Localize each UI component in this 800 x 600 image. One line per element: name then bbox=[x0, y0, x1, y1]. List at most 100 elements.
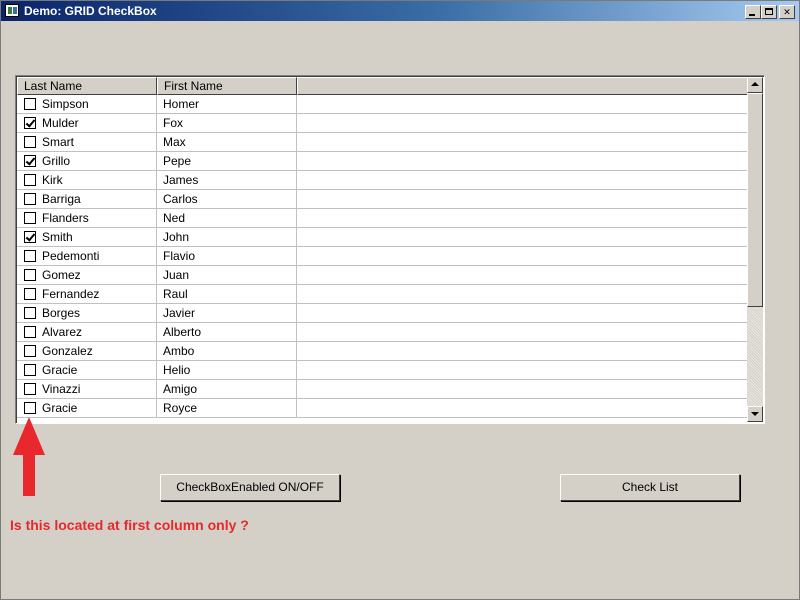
cell-empty[interactable] bbox=[297, 361, 748, 380]
row-checkbox[interactable] bbox=[24, 269, 36, 281]
cell-last-name[interactable]: Gracie bbox=[17, 399, 157, 418]
row-checkbox[interactable] bbox=[24, 193, 36, 205]
row-checkbox[interactable] bbox=[24, 250, 36, 262]
cell-empty[interactable] bbox=[297, 380, 748, 399]
table-row[interactable]: Gomez Juan bbox=[17, 266, 748, 285]
cell-last-name[interactable]: Gomez bbox=[17, 266, 157, 285]
row-checkbox[interactable] bbox=[24, 288, 36, 300]
row-checkbox[interactable] bbox=[24, 307, 36, 319]
cell-first-name[interactable]: Max bbox=[157, 133, 297, 152]
cell-first-name[interactable]: Helio bbox=[157, 361, 297, 380]
cell-first-name[interactable]: James bbox=[157, 171, 297, 190]
cell-empty[interactable] bbox=[297, 171, 748, 190]
cell-last-name[interactable]: Gracie bbox=[17, 361, 157, 380]
cell-last-name[interactable]: Borges bbox=[17, 304, 157, 323]
cell-empty[interactable] bbox=[297, 285, 748, 304]
row-checkbox[interactable] bbox=[24, 155, 36, 167]
table-row[interactable]: Borges Javier bbox=[17, 304, 748, 323]
cell-first-name[interactable]: Amigo bbox=[157, 380, 297, 399]
check-list-button[interactable]: Check List bbox=[560, 474, 740, 501]
cell-empty[interactable] bbox=[297, 323, 748, 342]
column-header-first-name[interactable]: First Name bbox=[157, 77, 297, 95]
cell-empty[interactable] bbox=[297, 209, 748, 228]
table-row[interactable]: Gracie Helio bbox=[17, 361, 748, 380]
cell-last-name[interactable]: Smart bbox=[17, 133, 157, 152]
cell-empty[interactable] bbox=[297, 133, 748, 152]
cell-first-name[interactable]: Ned bbox=[157, 209, 297, 228]
cell-first-name[interactable]: Fox bbox=[157, 114, 297, 133]
table-row[interactable]: Grillo Pepe bbox=[17, 152, 748, 171]
column-header-last-name[interactable]: Last Name bbox=[17, 77, 157, 95]
row-checkbox[interactable] bbox=[24, 231, 36, 243]
cell-last-name[interactable]: Grillo bbox=[17, 152, 157, 171]
close-button[interactable]: ✕ bbox=[779, 5, 795, 19]
checkbox-enabled-toggle-button[interactable]: CheckBoxEnabled ON/OFF bbox=[160, 474, 340, 501]
row-checkbox[interactable] bbox=[24, 402, 36, 414]
table-row[interactable]: Simpson Homer bbox=[17, 95, 748, 114]
scroll-up-button[interactable] bbox=[747, 77, 763, 93]
table-row[interactable]: Gracie Royce bbox=[17, 399, 748, 418]
table-row[interactable]: Pedemonti Flavio bbox=[17, 247, 748, 266]
table-row[interactable]: Smith John bbox=[17, 228, 748, 247]
cell-first-name[interactable]: Alberto bbox=[157, 323, 297, 342]
minimize-button[interactable] bbox=[745, 5, 761, 19]
cell-empty[interactable] bbox=[297, 247, 748, 266]
table-row[interactable]: Barriga Carlos bbox=[17, 190, 748, 209]
row-checkbox[interactable] bbox=[24, 364, 36, 376]
cell-empty[interactable] bbox=[297, 152, 748, 171]
cell-empty[interactable] bbox=[297, 114, 748, 133]
table-row[interactable]: Vinazzi Amigo bbox=[17, 380, 748, 399]
cell-empty[interactable] bbox=[297, 304, 748, 323]
cell-first-name[interactable]: Javier bbox=[157, 304, 297, 323]
scroll-thumb[interactable] bbox=[747, 93, 763, 307]
cell-first-name[interactable]: Pepe bbox=[157, 152, 297, 171]
cell-first-name[interactable]: Ambo bbox=[157, 342, 297, 361]
row-checkbox[interactable] bbox=[24, 345, 36, 357]
cell-empty[interactable] bbox=[297, 266, 748, 285]
cell-last-name[interactable]: Flanders bbox=[17, 209, 157, 228]
row-checkbox[interactable] bbox=[24, 98, 36, 110]
row-checkbox[interactable] bbox=[24, 136, 36, 148]
table-row[interactable]: Alvarez Alberto bbox=[17, 323, 748, 342]
cell-first-name[interactable]: Juan bbox=[157, 266, 297, 285]
cell-first-name[interactable]: Flavio bbox=[157, 247, 297, 266]
cell-last-name[interactable]: Kirk bbox=[17, 171, 157, 190]
cell-first-name[interactable]: Homer bbox=[157, 95, 297, 114]
cell-first-name[interactable]: Carlos bbox=[157, 190, 297, 209]
cell-empty[interactable] bbox=[297, 95, 748, 114]
cell-last-name[interactable]: Alvarez bbox=[17, 323, 157, 342]
cell-empty[interactable] bbox=[297, 190, 748, 209]
cell-empty[interactable] bbox=[297, 228, 748, 247]
cell-empty[interactable] bbox=[297, 399, 748, 418]
cell-last-name[interactable]: Barriga bbox=[17, 190, 157, 209]
table-row[interactable]: Fernandez Raul bbox=[17, 285, 748, 304]
vertical-scrollbar[interactable] bbox=[747, 77, 763, 422]
scroll-down-button[interactable] bbox=[747, 406, 763, 422]
cell-first-name[interactable]: Raul bbox=[157, 285, 297, 304]
cell-last-name[interactable]: Pedemonti bbox=[17, 247, 157, 266]
title-bar[interactable]: Demo: GRID CheckBox ✕ bbox=[1, 1, 799, 21]
column-header-empty[interactable] bbox=[297, 77, 748, 95]
row-checkbox[interactable] bbox=[24, 326, 36, 338]
names-grid[interactable]: Last Name First Name Simpson Homer Mulder F… bbox=[15, 75, 765, 424]
table-row[interactable]: Gonzalez Ambo bbox=[17, 342, 748, 361]
cell-empty[interactable] bbox=[297, 342, 748, 361]
table-row[interactable]: Mulder Fox bbox=[17, 114, 748, 133]
maximize-button[interactable] bbox=[761, 5, 777, 19]
table-row[interactable]: Smart Max bbox=[17, 133, 748, 152]
last-name-text: Gomez bbox=[42, 268, 81, 282]
cell-last-name[interactable]: Fernandez bbox=[17, 285, 157, 304]
cell-last-name[interactable]: Vinazzi bbox=[17, 380, 157, 399]
row-checkbox[interactable] bbox=[24, 117, 36, 129]
row-checkbox[interactable] bbox=[24, 212, 36, 224]
table-row[interactable]: Kirk James bbox=[17, 171, 748, 190]
cell-last-name[interactable]: Simpson bbox=[17, 95, 157, 114]
cell-last-name[interactable]: Smith bbox=[17, 228, 157, 247]
cell-last-name[interactable]: Mulder bbox=[17, 114, 157, 133]
table-row[interactable]: Flanders Ned bbox=[17, 209, 748, 228]
cell-first-name[interactable]: John bbox=[157, 228, 297, 247]
cell-last-name[interactable]: Gonzalez bbox=[17, 342, 157, 361]
row-checkbox[interactable] bbox=[24, 383, 36, 395]
row-checkbox[interactable] bbox=[24, 174, 36, 186]
cell-first-name[interactable]: Royce bbox=[157, 399, 297, 418]
